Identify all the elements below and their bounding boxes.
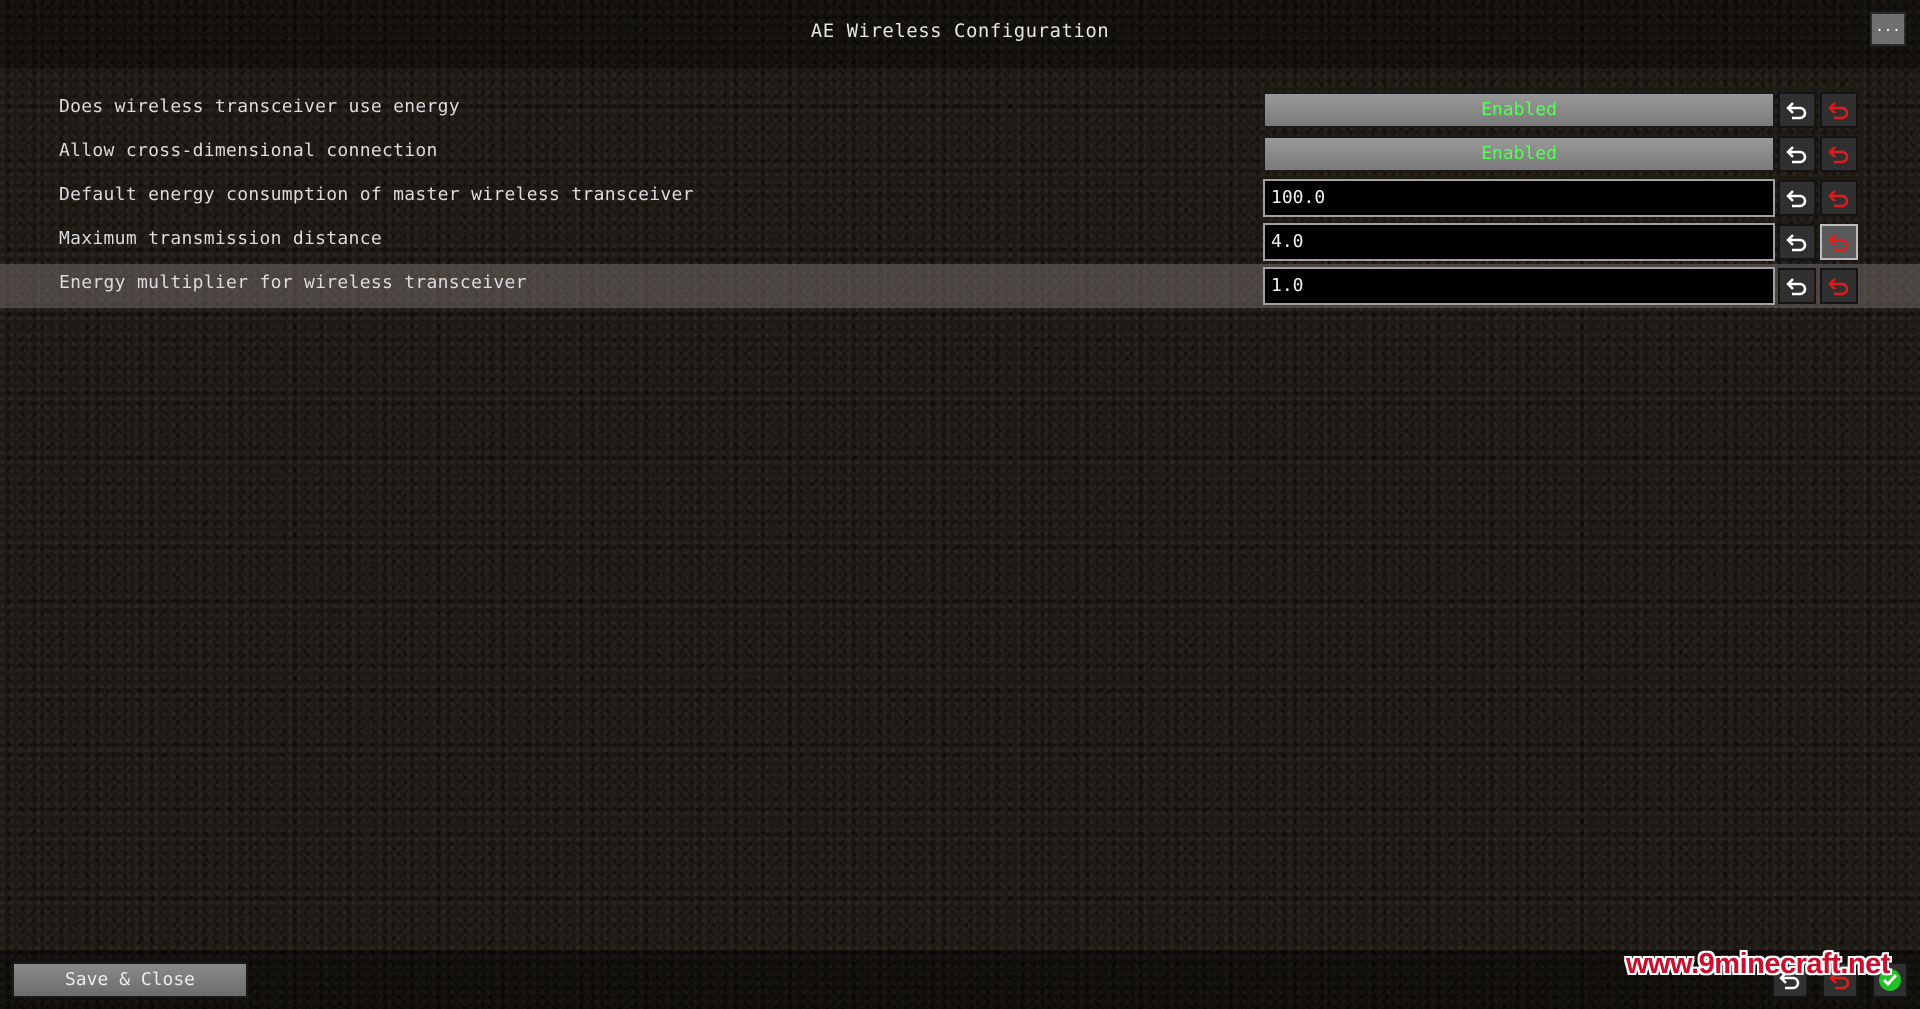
reset-to-default-button[interactable]	[1820, 224, 1858, 260]
config-row-use-energy: Does wireless transceiver use energy Ena…	[0, 88, 1920, 132]
option-label: Allow cross-dimensional connection	[59, 140, 438, 161]
save-and-close-button[interactable]: Save & Close	[12, 962, 248, 998]
config-row-cross-dimensional: Allow cross-dimensional connection Enabl…	[0, 132, 1920, 176]
undo-button[interactable]	[1778, 268, 1816, 304]
option-label: Default energy consumption of master wir…	[59, 184, 694, 205]
reset-to-default-button[interactable]	[1820, 92, 1858, 128]
reset-to-default-button[interactable]	[1820, 180, 1858, 216]
undo-arrow-icon	[1786, 146, 1807, 164]
screen-title: AE Wireless Configuration	[810, 20, 1110, 42]
max-distance-input[interactable]: 4.0	[1263, 223, 1775, 261]
undo-arrow-icon	[1786, 102, 1807, 120]
energy-multiplier-input[interactable]: 1.0	[1263, 267, 1775, 305]
undo-button[interactable]	[1778, 180, 1816, 216]
undo-arrow-icon	[1786, 190, 1807, 208]
watermark-text: www.9minecraft.net	[1626, 948, 1890, 980]
reset-arrow-icon	[1828, 278, 1849, 296]
reset-arrow-icon	[1828, 190, 1849, 208]
reset-to-default-button[interactable]	[1820, 268, 1858, 304]
reset-to-default-button[interactable]	[1820, 136, 1858, 172]
undo-button[interactable]	[1778, 92, 1816, 128]
option-label: Maximum transmission distance	[59, 228, 382, 249]
config-row-max-distance: Maximum transmission distance 4.0	[0, 220, 1920, 264]
undo-button[interactable]	[1778, 224, 1816, 260]
config-row-default-energy: Default energy consumption of master wir…	[0, 176, 1920, 220]
more-options-button[interactable]: ...	[1870, 12, 1906, 46]
use-energy-toggle[interactable]: Enabled	[1263, 92, 1775, 128]
cross-dimensional-toggle[interactable]: Enabled	[1263, 136, 1775, 172]
default-energy-input[interactable]: 100.0	[1263, 179, 1775, 217]
undo-arrow-icon	[1786, 234, 1807, 252]
undo-button[interactable]	[1778, 136, 1816, 172]
config-option-list: Does wireless transceiver use energy Ena…	[0, 88, 1920, 308]
undo-arrow-icon	[1786, 278, 1807, 296]
option-label: Energy multiplier for wireless transceiv…	[59, 272, 527, 293]
config-row-energy-multiplier: Energy multiplier for wireless transceiv…	[0, 264, 1920, 308]
reset-arrow-icon	[1828, 146, 1849, 164]
reset-arrow-icon	[1828, 234, 1849, 252]
option-label: Does wireless transceiver use energy	[59, 96, 460, 117]
reset-arrow-icon	[1828, 102, 1849, 120]
